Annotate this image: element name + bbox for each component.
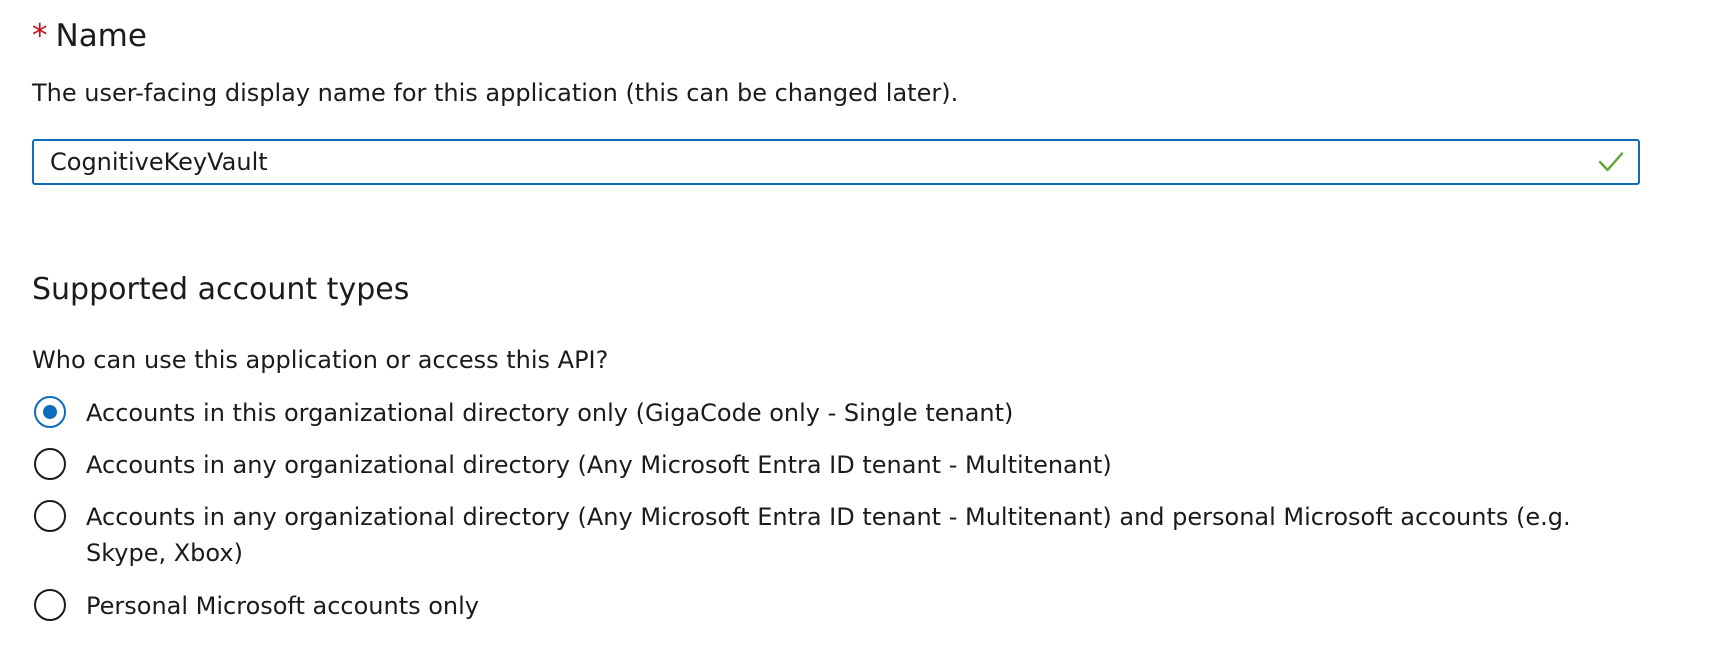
name-field-label: * Name (32, 16, 147, 56)
required-marker: * (32, 18, 48, 54)
name-input-container (32, 139, 1640, 185)
radio-button-selected[interactable] (34, 396, 66, 428)
radio-option-label: Personal Microsoft accounts only (86, 592, 480, 620)
radio-button[interactable] (34, 448, 66, 480)
radio-option-label: Accounts in any organizational directory… (86, 503, 1571, 567)
radio-button[interactable] (34, 500, 66, 532)
radio-button[interactable] (34, 589, 66, 621)
name-description: The user-facing display name for this ap… (32, 79, 959, 107)
radio-option-label: Accounts in this organizational director… (86, 399, 1014, 427)
radio-option-label: Accounts in any organizational directory… (86, 451, 1112, 479)
checkmark-icon (1598, 152, 1624, 172)
supported-account-types-heading: Supported account types (32, 272, 410, 307)
account-types-question: Who can use this application or access t… (32, 346, 609, 374)
name-label-text: Name (55, 18, 147, 54)
radio-selected-dot (43, 405, 57, 419)
name-input[interactable] (50, 141, 1550, 183)
